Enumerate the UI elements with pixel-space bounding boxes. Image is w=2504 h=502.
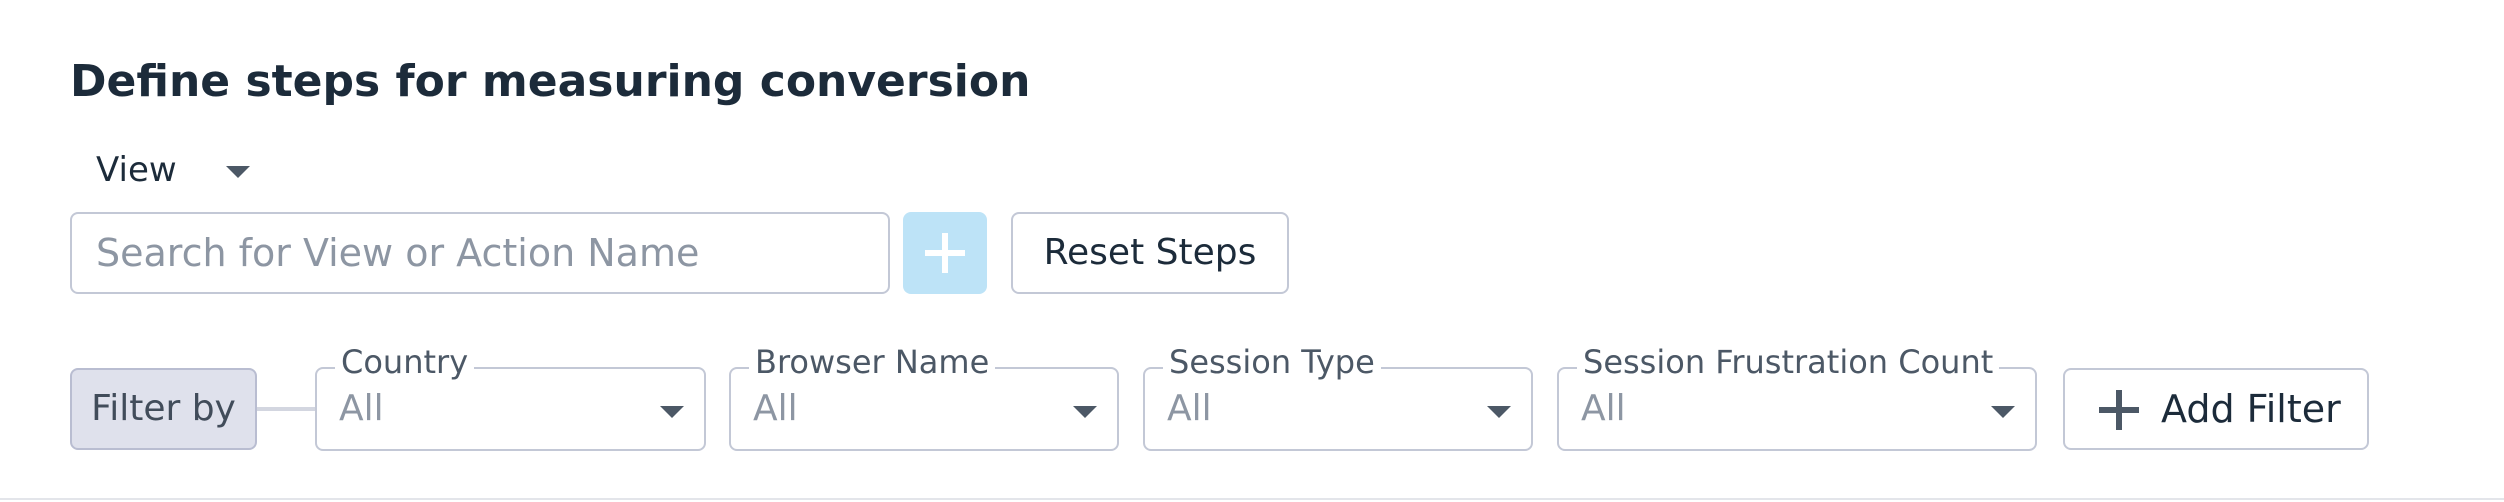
step-search-input[interactable]: [70, 212, 890, 294]
filter-label: Session Frustration Count: [1577, 342, 2000, 382]
chevron-down-icon: [660, 406, 684, 418]
filter-session-frustration-count-dropdown[interactable]: Session Frustration Count All: [1557, 342, 2037, 451]
add-step-button[interactable]: [903, 212, 987, 294]
add-filter-button[interactable]: Add Filter: [2063, 368, 2369, 450]
filter-connector: [257, 407, 315, 411]
filter-value: All: [339, 388, 384, 429]
section-divider: [0, 498, 2504, 500]
filter-by-label: Filter by: [70, 368, 257, 450]
chevron-down-icon: [226, 166, 250, 178]
filter-label: Session Type: [1163, 342, 1381, 382]
filter-value: All: [1581, 388, 1626, 429]
filter-label: Country: [335, 342, 475, 382]
section-title: Define steps for measuring conversion: [70, 56, 1031, 107]
step-type-value: View: [96, 150, 177, 190]
reset-steps-button[interactable]: Reset Steps: [1011, 212, 1289, 294]
add-filter-label: Add Filter: [2161, 387, 2341, 431]
chevron-down-icon: [1991, 406, 2015, 418]
filter-country-dropdown[interactable]: Country All: [315, 342, 706, 451]
step-type-dropdown[interactable]: View: [96, 145, 276, 195]
chevron-down-icon: [1487, 406, 1511, 418]
filter-value: All: [753, 388, 798, 429]
plus-icon: [2099, 390, 2139, 430]
plus-icon: [925, 233, 965, 273]
chevron-down-icon: [1073, 406, 1097, 418]
filter-session-type-dropdown[interactable]: Session Type All: [1143, 342, 1533, 451]
filter-label: Browser Name: [749, 342, 996, 382]
filter-browser-name-dropdown[interactable]: Browser Name All: [729, 342, 1119, 451]
filter-value: All: [1167, 388, 1212, 429]
